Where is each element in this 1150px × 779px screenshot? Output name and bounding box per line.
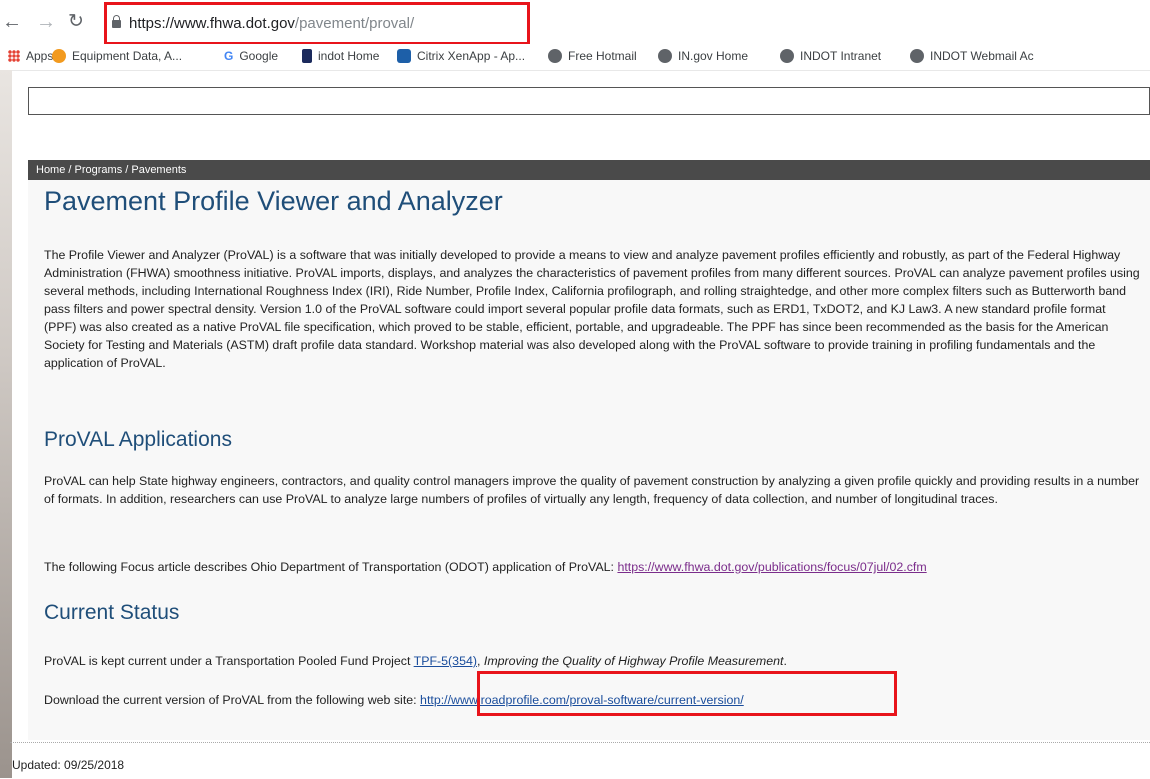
intro-paragraph: The Profile Viewer and Analyzer (ProVAL)… (44, 248, 1140, 370)
status-heading: Current Status (44, 601, 180, 624)
bookmark-indot-intranet[interactable]: INDOT Intranet (780, 49, 881, 63)
arrow-left-icon[interactable]: ← (2, 10, 22, 34)
bookmarks-bar: Apps Equipment Data, A... G Google indot… (0, 44, 1150, 71)
applications-paragraph: ProVAL can help State highway engineers,… (44, 474, 1140, 506)
globe-icon (780, 49, 794, 63)
bookmark-label: indot Home (318, 49, 380, 63)
status-paragraph: ProVAL is kept current under a Transport… (44, 652, 1140, 670)
status-text: ProVAL is kept current under a Transport… (44, 654, 414, 668)
bookmark-label: Apps (26, 49, 54, 63)
bookmark-label: Google (239, 49, 279, 63)
bookmark-label: Free Hotmail (568, 49, 637, 63)
apps-grid-icon (8, 50, 20, 62)
bookmark-label: INDOT Webmail Ac (930, 49, 1034, 63)
focus-paragraph: The following Focus article describes Oh… (44, 558, 1140, 576)
bookmark-label: Equipment Data, A... (72, 49, 183, 63)
project-title: Improving the Quality of Highway Profile… (483, 654, 784, 668)
reload-icon[interactable]: ↻ (68, 10, 84, 34)
status-comma: , (477, 654, 484, 668)
focus-text: The following Focus article describes Oh… (44, 560, 618, 574)
page-title: Pavement Profile Viewer and Analyzer (44, 186, 503, 216)
url-highlight-box (104, 2, 530, 45)
applications-heading: ProVAL Applications (44, 428, 232, 451)
page-search-box[interactable] (28, 87, 1150, 115)
bookmark-label: Citrix XenApp - Ap... (417, 49, 526, 63)
breadcrumb[interactable]: Home / Programs / Pavements (28, 160, 1150, 180)
tpf-project-link[interactable]: TPF-5(354) (414, 654, 477, 668)
bookmark-indot-home[interactable]: indot Home (302, 49, 379, 63)
bookmark-apps[interactable]: Apps (8, 49, 53, 63)
bookmark-label: INDOT Intranet (800, 49, 882, 63)
bookmark-indot-webmail[interactable]: INDOT Webmail Ac (910, 49, 1034, 63)
bookmark-google[interactable]: G Google (224, 49, 278, 63)
globe-icon (548, 49, 562, 63)
globe-icon (658, 49, 672, 63)
focus-article-link[interactable]: https://www.fhwa.dot.gov/publications/fo… (617, 560, 926, 574)
arrow-right-icon[interactable]: → (36, 10, 56, 34)
left-shade (0, 70, 12, 778)
bookmark-citrix[interactable]: Citrix XenApp - Ap... (397, 49, 525, 63)
bookmark-equipment-data[interactable]: Equipment Data, A... (52, 49, 182, 63)
updated-date: Updated: 09/25/2018 (12, 758, 125, 772)
download-text: Download the current version of ProVAL f… (44, 693, 421, 707)
flower-icon (52, 49, 66, 63)
globe-icon (910, 49, 924, 63)
google-icon: G (224, 49, 234, 63)
bookmark-in-gov-home[interactable]: IN.gov Home (658, 49, 748, 63)
download-highlight-box (477, 671, 897, 716)
citrix-icon (397, 49, 411, 63)
indot-icon (302, 49, 312, 63)
bookmark-label: IN.gov Home (678, 49, 749, 63)
bookmark-free-hotmail[interactable]: Free Hotmail (548, 49, 637, 63)
page-footer: Updated: 09/25/2018 (10, 742, 1150, 779)
status-period: . (783, 654, 787, 668)
